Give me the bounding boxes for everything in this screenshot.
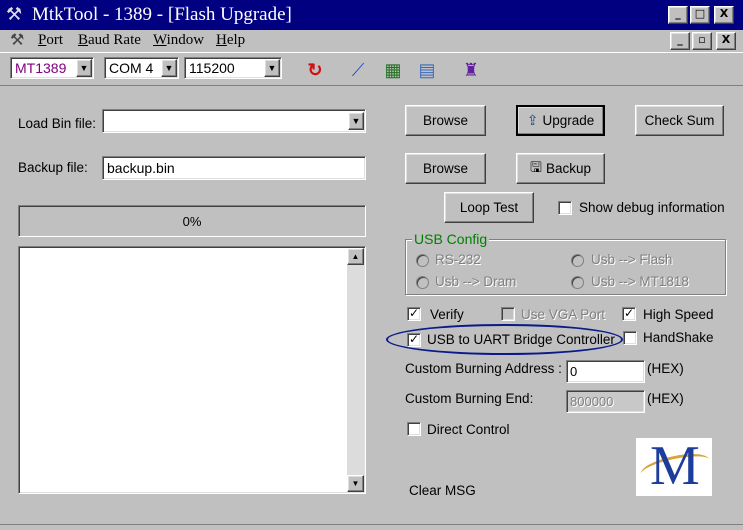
burn-end-input[interactable]: 800000 [566,390,645,413]
scroll-up-icon[interactable]: ▲ [347,248,364,265]
menu-help[interactable]: Help [216,32,245,49]
connect-icon[interactable]: ↻ [302,57,328,83]
radio-rs232-label: RS-232 [435,252,481,267]
upgrade-button[interactable]: ⇪ Upgrade [516,105,605,136]
backup-file-input[interactable]: backup.bin [102,156,366,180]
backup-label: Backup [545,161,591,176]
direct-control-label: Direct Control [427,422,510,437]
log-textarea[interactable]: ▲ ▼ [18,246,366,494]
show-debug-checkbox[interactable] [558,201,572,215]
burn-end-unit: (HEX) [647,391,684,406]
mtk-logo: M [636,438,712,496]
app-icon: ⚒ [6,4,23,24]
close-button[interactable]: X [714,6,734,24]
window-title: MtkTool - 1389 - [Flash Upgrade] [32,4,292,25]
burn-end-label: Custom Burning End: [405,391,534,406]
high-speed-label: High Speed [643,307,714,322]
chevron-down-icon[interactable]: ▼ [264,59,280,77]
menu-bar: ⚒ Port Baud Rate Window Help _ ▫ X [0,30,743,52]
floppy-disk-icon: 🖫 [530,158,542,175]
title-bar[interactable]: ⚒ MtkTool - 1389 - [Flash Upgrade] _ □ X [0,0,743,30]
show-debug-label: Show debug information [579,200,725,215]
log-scrollbar[interactable]: ▲ ▼ [347,248,364,492]
window-bottom-border [0,524,743,530]
loop-test-button[interactable]: Loop Test [444,192,534,223]
backup-button[interactable]: 🖫 Backup [516,153,605,184]
load-bin-label: Load Bin file: [18,116,97,131]
highlight-ellipse [386,324,623,355]
radio-usb-flash-label: Usb --> Flash [591,252,673,267]
upgrade-label: Upgrade [542,113,595,128]
upgrade-icon: ⇪ [526,112,539,128]
clear-msg-button[interactable]: Clear MSG [409,483,476,498]
menu-baud-rate[interactable]: Baud Rate [78,32,141,49]
burn-address-value: 0 [570,364,578,379]
baud-select[interactable]: 115200 ▼ [184,57,282,79]
radio-usb-mt1818-label: Usb --> MT1818 [591,274,689,289]
child-close-button[interactable]: X [716,32,736,50]
burn-address-unit: (HEX) [647,361,684,376]
child-app-icon: ⚒ [10,32,25,49]
burn-address-label: Custom Burning Address : [405,361,562,376]
child-minimize-button[interactable]: _ [670,32,690,50]
radio-usb-dram-label: Usb --> Dram [435,274,517,289]
notepad-icon[interactable]: ▤ [414,57,440,83]
chevron-down-icon[interactable]: ▼ [76,59,92,77]
check-sum-button[interactable]: Check Sum [635,105,724,136]
maximize-button[interactable]: □ [690,6,710,24]
chip-select[interactable]: MT1389 ▼ [10,57,94,79]
burn-address-input[interactable]: 0 [566,360,645,383]
verify-checkbox[interactable]: ✓ [407,307,421,321]
logo-letter: M [650,438,700,496]
use-vga-label: Use VGA Port [521,307,606,322]
verify-label: Verify [430,307,464,322]
child-restore-button[interactable]: ▫ [692,32,712,50]
minimize-button[interactable]: _ [668,6,688,24]
handshake-label: HandShake [643,330,714,345]
usb-icon[interactable]: ♜ [458,57,484,83]
usb-config-title: USB Config [412,231,490,247]
load-bin-combo[interactable]: ▼ [102,109,366,133]
handshake-checkbox[interactable] [623,331,637,345]
radio-usb-flash[interactable] [571,254,584,267]
menu-port[interactable]: Port [38,32,63,49]
calculator-icon[interactable]: ▦ [380,57,406,83]
progress-text: 0% [182,214,202,229]
usb-config-group: USB Config RS-232 Usb --> Flash Usb --> … [405,231,726,295]
port-select[interactable]: COM 4 ▼ [104,57,179,79]
high-speed-checkbox[interactable]: ✓ [622,307,636,321]
scroll-down-icon[interactable]: ▼ [347,475,364,492]
toolbar: MT1389 ▼ COM 4 ▼ 115200 ▼ ↻ ⟋ ▦ ▤ ♜ [0,52,743,86]
radio-usb-dram[interactable] [416,276,429,289]
chevron-down-icon[interactable]: ▼ [348,112,364,130]
radio-usb-mt1818[interactable] [571,276,584,289]
chevron-down-icon[interactable]: ▼ [161,59,177,77]
backup-file-label: Backup file: [18,160,88,175]
menu-window[interactable]: Window [153,32,204,49]
chart-icon[interactable]: ⟋ [345,57,371,83]
burn-end-value: 800000 [570,394,614,409]
backup-file-value: backup.bin [107,160,175,176]
radio-rs232[interactable] [416,254,429,267]
browse-bin-button[interactable]: Browse [405,105,486,136]
progress-bar: 0% [18,205,366,237]
use-vga-checkbox[interactable] [501,307,515,321]
direct-control-checkbox[interactable] [407,422,421,436]
browse-backup-button[interactable]: Browse [405,153,486,184]
